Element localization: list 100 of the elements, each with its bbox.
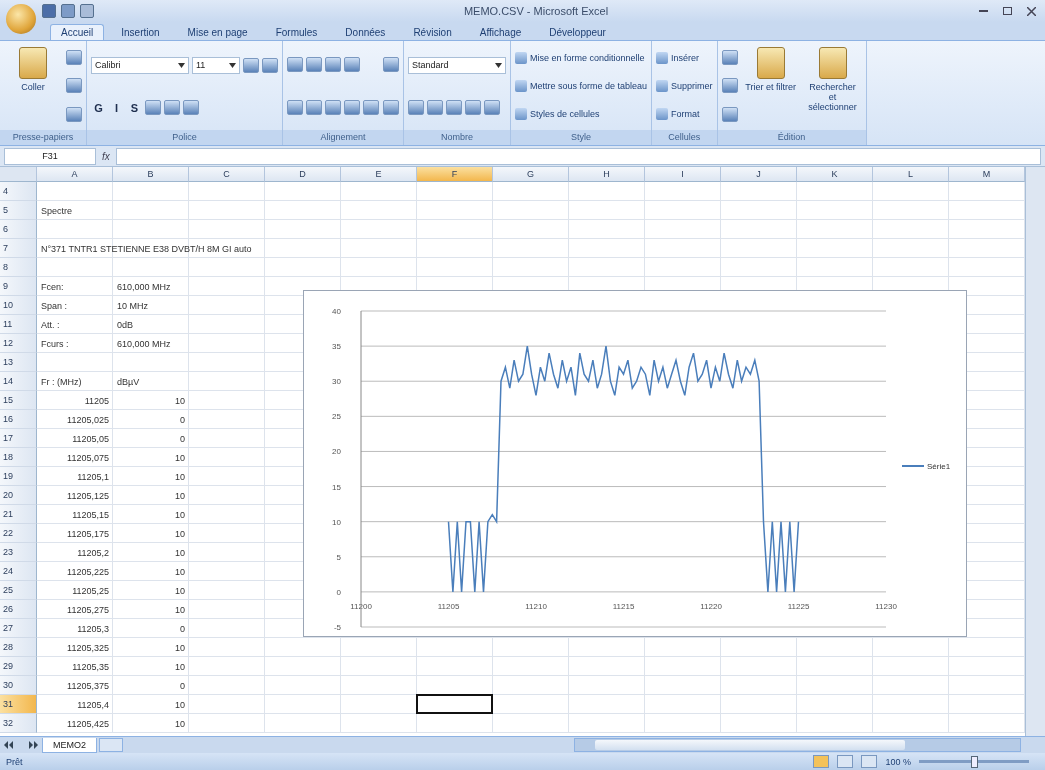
row-header[interactable]: 21 (0, 505, 37, 524)
ribbon-tab[interactable]: Insertion (110, 24, 171, 40)
tool-icon[interactable] (344, 99, 360, 115)
normal-view-icon[interactable] (813, 755, 830, 768)
ribbon-button[interactable]: Format (656, 108, 700, 121)
tool-icon[interactable] (243, 57, 259, 73)
column-header[interactable]: J (721, 167, 797, 182)
column-header[interactable]: H (569, 167, 645, 182)
ribbon-button[interactable]: Insérer (656, 51, 700, 64)
row-header[interactable]: 13 (0, 353, 37, 372)
row-header[interactable]: 11 (0, 315, 37, 334)
office-button[interactable] (6, 4, 36, 34)
column-header[interactable]: I (645, 167, 721, 182)
text-style-button[interactable]: S (127, 100, 142, 116)
tool-icon[interactable] (306, 99, 322, 115)
ribbon-tab[interactable]: Mise en page (176, 24, 259, 40)
dropdown-field[interactable]: Standard (408, 56, 506, 74)
row-header[interactable]: 6 (0, 220, 37, 239)
tool-icon[interactable] (183, 100, 199, 116)
column-header[interactable]: K (797, 167, 873, 182)
column-header[interactable]: L (873, 167, 949, 182)
tool-icon[interactable] (408, 100, 424, 116)
row-header[interactable]: 30 (0, 676, 37, 695)
tool-icon[interactable] (262, 57, 278, 73)
text-style-button[interactable]: G (91, 100, 106, 116)
tool-icon[interactable] (484, 100, 500, 116)
tool-icon[interactable] (383, 57, 399, 73)
row-header[interactable]: 4 (0, 182, 37, 201)
ribbon-tab[interactable]: Formules (264, 24, 329, 40)
function-label[interactable]: fx (102, 150, 110, 162)
row-header[interactable]: 15 (0, 391, 37, 410)
tool-icon[interactable] (363, 99, 379, 115)
tool-icon[interactable] (344, 57, 360, 73)
name-box[interactable]: F31 (4, 147, 96, 165)
row-header[interactable]: 17 (0, 429, 37, 448)
page-break-icon[interactable] (861, 755, 878, 768)
tool-icon[interactable] (446, 100, 462, 116)
ribbon-large-button[interactable]: Trier et filtrer (741, 45, 800, 127)
column-header[interactable]: C (189, 167, 265, 182)
text-style-button[interactable]: I (109, 100, 124, 116)
column-header[interactable]: E (341, 167, 417, 182)
row-header[interactable]: 27 (0, 619, 37, 638)
column-header[interactable]: G (493, 167, 569, 182)
row-header[interactable]: 5 (0, 201, 37, 220)
ribbon-tab[interactable]: Développeur (538, 24, 617, 40)
row-header[interactable]: 22 (0, 524, 37, 543)
tool-icon[interactable] (164, 100, 180, 116)
tool-icon[interactable] (427, 100, 443, 116)
tool-icon[interactable] (721, 50, 738, 66)
tool-icon[interactable] (306, 57, 322, 73)
ribbon-tab[interactable]: Données (334, 24, 397, 40)
dropdown-field[interactable]: Calibri (91, 56, 189, 74)
column-header[interactable]: M (949, 167, 1025, 182)
tool-icon[interactable] (287, 99, 303, 115)
tool-icon[interactable] (287, 57, 303, 73)
row-header[interactable]: 18 (0, 448, 37, 467)
tool-icon[interactable] (66, 106, 82, 122)
row-header[interactable]: 12 (0, 334, 37, 353)
ribbon-large-button[interactable]: Rechercher et sélectionner (803, 45, 862, 127)
row-header[interactable]: 8 (0, 258, 37, 277)
ribbon-button[interactable]: Supprimer (656, 80, 713, 92)
insert-sheet-icon[interactable] (99, 738, 123, 752)
row-header[interactable]: 10 (0, 296, 37, 315)
ribbon-tab[interactable]: Révision (402, 24, 463, 40)
horizontal-scrollbar[interactable] (574, 738, 1021, 752)
sheet-nav-icon[interactable] (4, 741, 38, 749)
ribbon-button[interactable]: Mettre sous forme de tableau (515, 80, 648, 92)
row-header[interactable]: 24 (0, 562, 37, 581)
slider-thumb[interactable] (971, 755, 978, 768)
row-header[interactable]: 31 (0, 695, 37, 714)
column-header[interactable]: F (417, 167, 493, 182)
tool-icon[interactable] (325, 99, 341, 115)
tool-icon[interactable] (721, 106, 738, 122)
tool-icon[interactable] (465, 100, 481, 116)
row-header[interactable]: 16 (0, 410, 37, 429)
row-header[interactable]: 26 (0, 600, 37, 619)
row-header[interactable]: 25 (0, 581, 37, 600)
column-header[interactable]: B (113, 167, 189, 182)
row-header[interactable]: 19 (0, 467, 37, 486)
ribbon-button[interactable]: Mise en forme conditionnelle (515, 51, 645, 64)
ribbon-tab[interactable]: Accueil (50, 24, 105, 40)
row-header[interactable]: 9 (0, 277, 37, 296)
formula-input[interactable] (115, 147, 1041, 165)
tool-icon[interactable] (383, 99, 399, 115)
row-header[interactable]: 28 (0, 638, 37, 657)
row-header[interactable]: 32 (0, 714, 37, 733)
row-header[interactable]: 14 (0, 372, 37, 391)
sheet-tab[interactable]: MEMO2 (42, 737, 97, 753)
ribbon-tab[interactable]: Affichage (468, 24, 533, 40)
ribbon-button[interactable]: Styles de cellules (515, 108, 600, 121)
tool-icon[interactable] (721, 78, 738, 94)
row-header[interactable]: 20 (0, 486, 37, 505)
tool-icon[interactable] (325, 57, 341, 73)
dropdown-field[interactable]: 11 (192, 56, 240, 74)
select-all-corner[interactable] (0, 167, 37, 182)
row-header[interactable]: 29 (0, 657, 37, 676)
page-layout-icon[interactable] (837, 755, 854, 768)
row-header[interactable]: 7 (0, 239, 37, 258)
ribbon-large-button[interactable]: Coller (4, 45, 62, 127)
vertical-scrollbar[interactable] (1025, 167, 1045, 736)
